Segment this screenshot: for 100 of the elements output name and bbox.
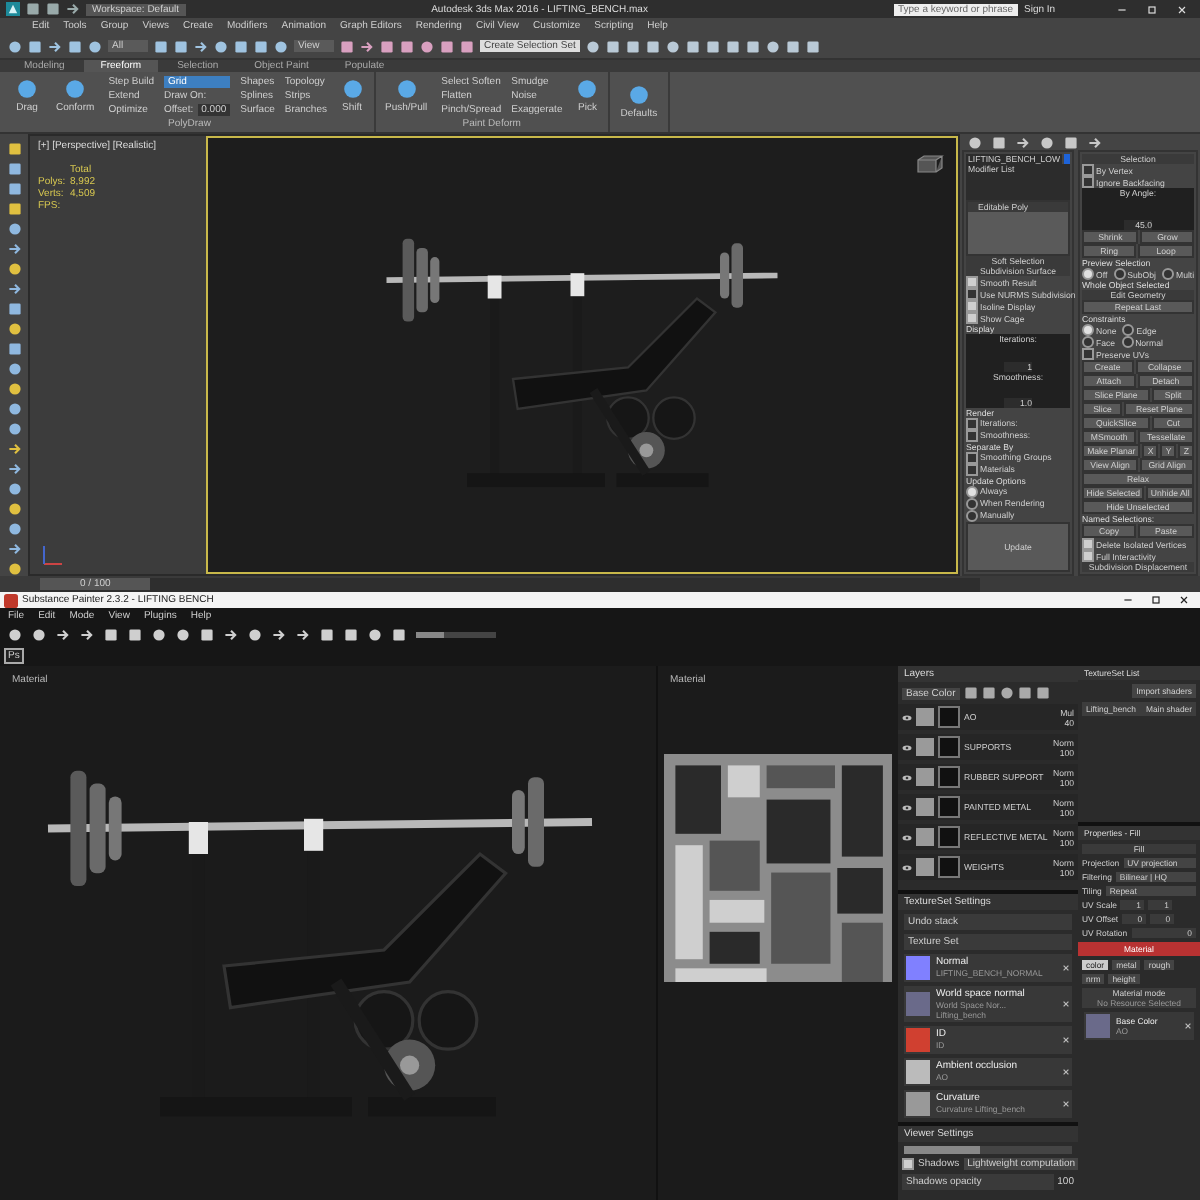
radio-button[interactable] xyxy=(966,509,978,522)
circle-icon[interactable] xyxy=(585,39,600,53)
arrow-icon[interactable] xyxy=(7,442,21,456)
slider-track[interactable] xyxy=(904,1145,1072,1154)
circle-icon[interactable] xyxy=(32,627,46,641)
square-icon[interactable] xyxy=(104,627,118,641)
circle-icon[interactable] xyxy=(248,627,262,641)
checkbox[interactable] xyxy=(966,417,978,430)
square-icon[interactable] xyxy=(645,39,660,53)
square-icon[interactable] xyxy=(745,39,760,53)
square-icon[interactable] xyxy=(963,686,978,700)
object-color-swatch[interactable] xyxy=(1064,154,1070,164)
checkbox[interactable] xyxy=(1082,176,1094,188)
square-icon[interactable] xyxy=(344,627,358,641)
arrow-icon[interactable] xyxy=(48,39,62,53)
square-icon[interactable] xyxy=(785,39,800,53)
eye-icon[interactable] xyxy=(902,743,912,751)
arrow-icon[interactable] xyxy=(296,627,310,641)
close-icon[interactable] xyxy=(1184,1022,1192,1030)
brush-size-slider[interactable] xyxy=(416,631,496,637)
circle-icon[interactable] xyxy=(152,627,166,641)
radio-button[interactable] xyxy=(1162,268,1174,280)
maximize-icon[interactable] xyxy=(1150,594,1162,606)
arrow-icon[interactable] xyxy=(1016,135,1030,149)
checkbox[interactable] xyxy=(966,288,978,301)
checkbox[interactable] xyxy=(966,312,978,325)
square-icon[interactable] xyxy=(685,39,700,53)
app-logo-icon[interactable] xyxy=(4,593,18,607)
close-icon[interactable] xyxy=(1062,1099,1070,1108)
square-icon[interactable] xyxy=(625,39,640,53)
circle-icon[interactable] xyxy=(7,382,21,396)
checkbox[interactable] xyxy=(1082,164,1094,176)
radio-button[interactable] xyxy=(1121,336,1134,348)
square-icon[interactable] xyxy=(981,686,996,700)
arrow-icon[interactable] xyxy=(224,627,238,641)
close-icon[interactable] xyxy=(1062,1067,1070,1076)
square-icon[interactable] xyxy=(1064,135,1078,149)
circle-icon[interactable] xyxy=(88,39,102,53)
eye-icon[interactable] xyxy=(902,833,912,841)
square-icon[interactable] xyxy=(725,39,740,53)
close-icon[interactable] xyxy=(1062,963,1070,972)
checkbox[interactable] xyxy=(966,276,978,289)
square-icon[interactable] xyxy=(68,39,82,53)
checkbox[interactable] xyxy=(966,451,978,464)
minimize-icon[interactable] xyxy=(1116,3,1128,15)
square-icon[interactable] xyxy=(154,39,168,53)
arrow-icon[interactable] xyxy=(194,39,208,53)
circle-icon[interactable] xyxy=(7,502,21,516)
circle-icon[interactable] xyxy=(765,39,780,53)
minimize-icon[interactable] xyxy=(1122,594,1134,606)
circle-icon[interactable] xyxy=(999,686,1014,700)
eye-icon[interactable] xyxy=(902,803,912,811)
close-icon[interactable] xyxy=(1062,1035,1070,1044)
square-icon[interactable] xyxy=(320,627,334,641)
circle-icon[interactable] xyxy=(368,627,382,641)
square-icon[interactable] xyxy=(705,39,720,53)
circle-icon[interactable] xyxy=(7,322,21,336)
eye-icon[interactable] xyxy=(902,863,912,871)
arrow-icon[interactable] xyxy=(1088,135,1102,149)
app-logo-icon[interactable] xyxy=(6,2,20,16)
square-icon[interactable] xyxy=(7,142,21,156)
square-icon[interactable] xyxy=(1017,686,1032,700)
radio-button[interactable] xyxy=(1122,324,1135,336)
eye-icon[interactable] xyxy=(902,773,912,781)
arrow-icon[interactable] xyxy=(80,627,94,641)
square-icon[interactable] xyxy=(174,39,188,53)
radio-button[interactable] xyxy=(966,497,978,510)
square-icon[interactable] xyxy=(605,39,620,53)
radio-button[interactable] xyxy=(1082,336,1094,348)
close-icon[interactable] xyxy=(1062,999,1070,1008)
checkbox[interactable] xyxy=(1082,538,1094,550)
square-icon[interactable] xyxy=(28,39,42,53)
circle-icon[interactable] xyxy=(176,627,190,641)
arrow-icon[interactable] xyxy=(272,627,286,641)
circle-icon[interactable] xyxy=(8,627,22,641)
checkbox[interactable] xyxy=(1082,348,1094,360)
circle-icon[interactable] xyxy=(7,562,21,576)
arrow-icon[interactable] xyxy=(66,2,80,16)
square-icon[interactable] xyxy=(200,627,214,641)
radio-button[interactable] xyxy=(1082,268,1094,280)
checkbox[interactable] xyxy=(966,300,978,313)
circle-icon[interactable] xyxy=(8,39,22,53)
checkbox[interactable] xyxy=(1082,550,1094,562)
circle-icon[interactable] xyxy=(1040,135,1054,149)
square-icon[interactable] xyxy=(392,627,406,641)
square-icon[interactable] xyxy=(26,2,40,16)
circle-icon[interactable] xyxy=(968,135,982,149)
circle-icon[interactable] xyxy=(274,39,288,53)
square-icon[interactable] xyxy=(254,39,268,53)
square-icon[interactable] xyxy=(1035,686,1050,700)
checkbox[interactable] xyxy=(902,1157,914,1170)
square-icon[interactable] xyxy=(234,39,248,53)
close-icon[interactable] xyxy=(1178,594,1190,606)
square-icon[interactable] xyxy=(7,202,21,216)
square-icon[interactable] xyxy=(46,2,60,16)
radio-button[interactable] xyxy=(1082,324,1094,336)
circle-icon[interactable] xyxy=(7,262,21,276)
radio-button[interactable] xyxy=(966,485,978,498)
square-icon[interactable] xyxy=(128,627,142,641)
circle-icon[interactable] xyxy=(665,39,680,53)
